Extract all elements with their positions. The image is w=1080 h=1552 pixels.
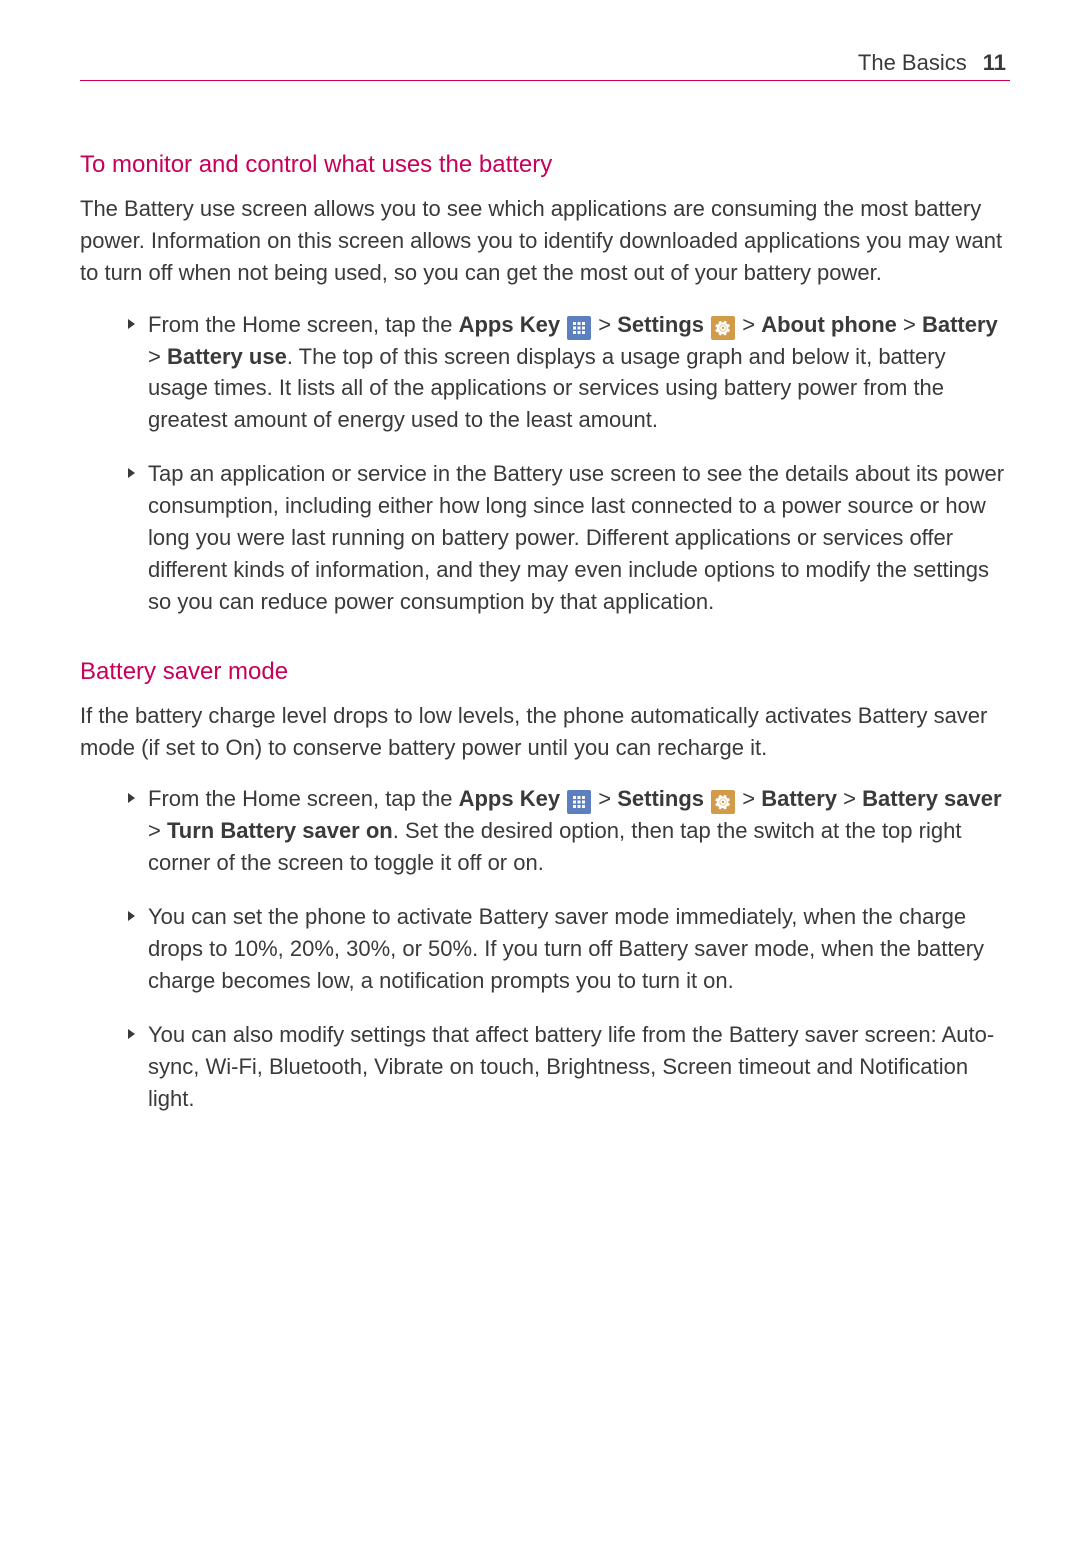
text-fragment: > bbox=[736, 312, 761, 337]
list-item: From the Home screen, tap the Apps Key >… bbox=[128, 783, 1010, 879]
bold-label: Battery saver bbox=[862, 786, 1001, 811]
text-fragment: You can set the phone to activate Batter… bbox=[148, 904, 984, 993]
section-heading: Battery saver mode bbox=[80, 658, 1010, 686]
bullet-list: From the Home screen, tap the Apps Key >… bbox=[80, 783, 1010, 1114]
bold-label: Battery bbox=[922, 312, 998, 337]
page-content: To monitor and control what uses the bat… bbox=[80, 151, 1010, 1114]
text-fragment: Tap an application or service in the Bat… bbox=[148, 461, 1004, 614]
header: The Basics 11 bbox=[80, 50, 1010, 81]
text-fragment: > bbox=[148, 818, 167, 843]
bold-label: Settings bbox=[617, 312, 710, 337]
text-fragment: You can also modify settings that affect… bbox=[148, 1022, 994, 1111]
header-title: The Basics bbox=[858, 50, 967, 76]
section-intro: The Battery use screen allows you to see… bbox=[80, 193, 1010, 289]
page-number: 11 bbox=[983, 50, 1006, 76]
bold-label: Turn Battery saver on bbox=[167, 818, 393, 843]
text-fragment: > bbox=[148, 344, 167, 369]
settings-gear-icon bbox=[711, 790, 735, 814]
list-item: You can also modify settings that affect… bbox=[128, 1019, 1010, 1115]
text-fragment: > bbox=[592, 786, 617, 811]
text-fragment: > bbox=[592, 312, 617, 337]
apps-key-icon bbox=[567, 790, 591, 814]
bold-label: About phone bbox=[761, 312, 897, 337]
bold-label: Apps Key bbox=[459, 786, 567, 811]
bold-label: Apps Key bbox=[459, 312, 567, 337]
settings-gear-icon bbox=[711, 316, 735, 340]
bold-label: Battery bbox=[761, 786, 837, 811]
bold-label: Settings bbox=[617, 786, 710, 811]
list-item: You can set the phone to activate Batter… bbox=[128, 901, 1010, 997]
section-heading: To monitor and control what uses the bat… bbox=[80, 151, 1010, 179]
text-fragment: From the Home screen, tap the bbox=[148, 786, 459, 811]
bold-label: Battery use bbox=[167, 344, 287, 369]
section-intro: If the battery charge level drops to low… bbox=[80, 700, 1010, 764]
text-fragment: > bbox=[736, 786, 761, 811]
apps-key-icon bbox=[567, 316, 591, 340]
text-fragment: From the Home screen, tap the bbox=[148, 312, 459, 337]
text-fragment: > bbox=[897, 312, 922, 337]
text-fragment: > bbox=[837, 786, 862, 811]
document-page: The Basics 11 To monitor and control wha… bbox=[0, 0, 1080, 1552]
bullet-list: From the Home screen, tap the Apps Key >… bbox=[80, 309, 1010, 618]
list-item: From the Home screen, tap the Apps Key >… bbox=[128, 309, 1010, 437]
list-item: Tap an application or service in the Bat… bbox=[128, 458, 1010, 617]
